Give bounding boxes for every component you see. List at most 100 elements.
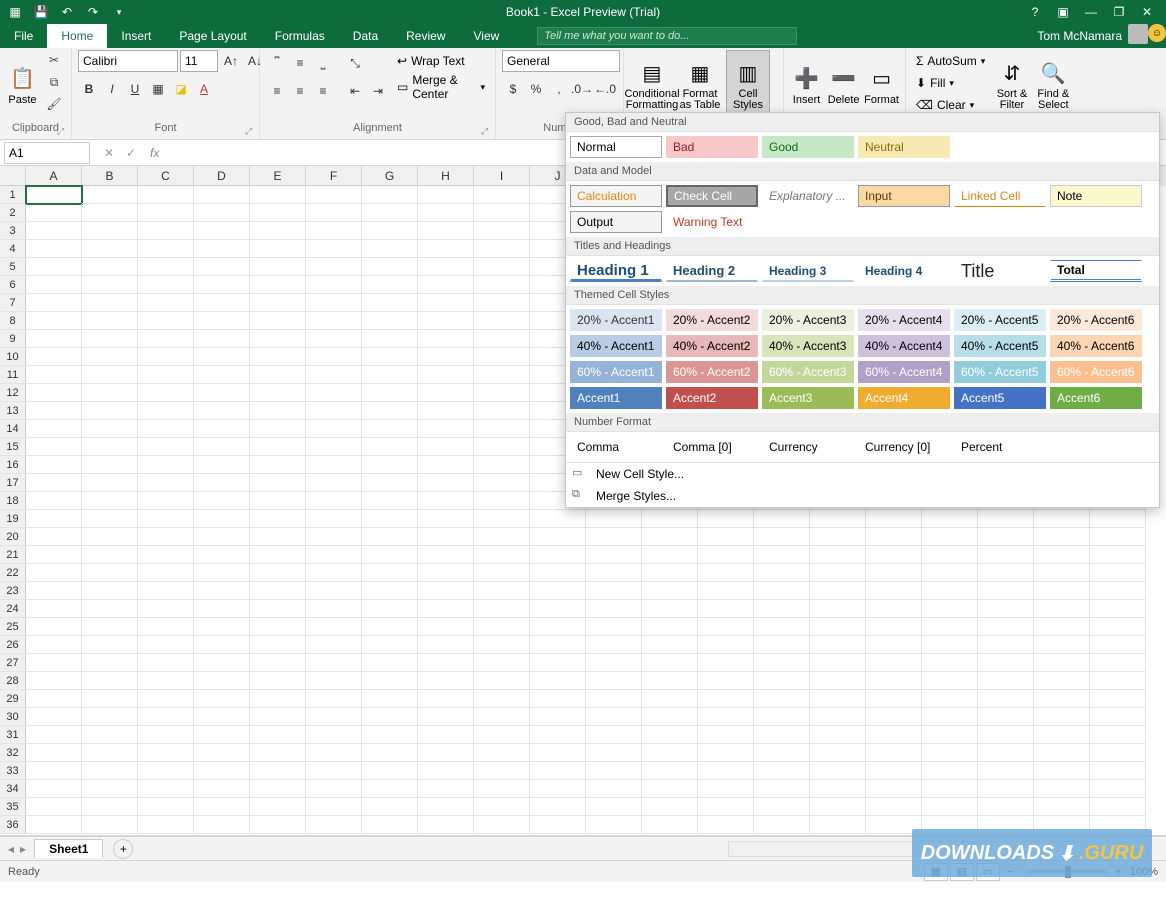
style-normal[interactable]: Normal	[570, 136, 662, 158]
style-heading-4[interactable]: Heading 4	[858, 260, 950, 282]
row-header-17[interactable]: 17	[0, 474, 26, 492]
cell-N24[interactable]	[754, 600, 810, 618]
cell-O27[interactable]	[810, 654, 866, 672]
cell-D9[interactable]	[194, 330, 250, 348]
cell-J28[interactable]	[530, 672, 586, 690]
cell-C24[interactable]	[138, 600, 194, 618]
cell-B36[interactable]	[82, 816, 138, 834]
cell-F12[interactable]	[306, 384, 362, 402]
cell-O24[interactable]	[810, 600, 866, 618]
cell-C11[interactable]	[138, 366, 194, 384]
cell-T30[interactable]	[1090, 708, 1146, 726]
cell-I13[interactable]	[474, 402, 530, 420]
cell-D10[interactable]	[194, 348, 250, 366]
cell-A23[interactable]	[26, 582, 82, 600]
close-button[interactable]: ✕	[1134, 1, 1160, 23]
cell-F22[interactable]	[306, 564, 362, 582]
cell-A12[interactable]	[26, 384, 82, 402]
style-bad[interactable]: Bad	[666, 136, 758, 158]
style-accent1[interactable]: Accent1	[570, 387, 662, 409]
column-header-E[interactable]: E	[250, 166, 306, 186]
cell-D20[interactable]	[194, 528, 250, 546]
row-header-1[interactable]: 1	[0, 186, 26, 204]
cell-I20[interactable]	[474, 528, 530, 546]
cell-A2[interactable]	[26, 204, 82, 222]
cell-L27[interactable]	[642, 654, 698, 672]
cell-P24[interactable]	[866, 600, 922, 618]
cell-P19[interactable]	[866, 510, 922, 528]
cell-C2[interactable]	[138, 204, 194, 222]
cell-E20[interactable]	[250, 528, 306, 546]
cell-J34[interactable]	[530, 780, 586, 798]
cell-J24[interactable]	[530, 600, 586, 618]
style-output[interactable]: Output	[570, 211, 662, 233]
cell-I21[interactable]	[474, 546, 530, 564]
row-header-12[interactable]: 12	[0, 384, 26, 402]
cell-I30[interactable]	[474, 708, 530, 726]
cell-E18[interactable]	[250, 492, 306, 510]
alignment-dialog-launcher[interactable]: ⤢	[481, 126, 493, 138]
cell-G26[interactable]	[362, 636, 418, 654]
feedback-icon[interactable]: ☺	[1148, 24, 1166, 42]
cell-T22[interactable]	[1090, 564, 1146, 582]
cell-R26[interactable]	[978, 636, 1034, 654]
cell-G31[interactable]	[362, 726, 418, 744]
cell-E32[interactable]	[250, 744, 306, 762]
cell-M25[interactable]	[698, 618, 754, 636]
column-header-F[interactable]: F	[306, 166, 362, 186]
cell-A9[interactable]	[26, 330, 82, 348]
cell-I7[interactable]	[474, 294, 530, 312]
cell-C22[interactable]	[138, 564, 194, 582]
cancel-formula-button[interactable]: ✕	[100, 143, 118, 163]
cell-S20[interactable]	[1034, 528, 1090, 546]
cell-H1[interactable]	[418, 186, 474, 204]
cell-G8[interactable]	[362, 312, 418, 330]
cell-A1[interactable]	[26, 186, 82, 204]
cell-K21[interactable]	[586, 546, 642, 564]
cell-F15[interactable]	[306, 438, 362, 456]
cell-K19[interactable]	[586, 510, 642, 528]
cell-O20[interactable]	[810, 528, 866, 546]
cell-L22[interactable]	[642, 564, 698, 582]
style-60-accent1[interactable]: 60% - Accent1	[570, 361, 662, 383]
cell-N27[interactable]	[754, 654, 810, 672]
cell-R35[interactable]	[978, 798, 1034, 816]
cell-D21[interactable]	[194, 546, 250, 564]
cell-H8[interactable]	[418, 312, 474, 330]
cell-H36[interactable]	[418, 816, 474, 834]
cell-H28[interactable]	[418, 672, 474, 690]
cell-A19[interactable]	[26, 510, 82, 528]
cell-Q27[interactable]	[922, 654, 978, 672]
cell-C13[interactable]	[138, 402, 194, 420]
cell-O31[interactable]	[810, 726, 866, 744]
cell-K24[interactable]	[586, 600, 642, 618]
sheet-nav-next[interactable]: ▸	[18, 842, 28, 856]
cell-O25[interactable]	[810, 618, 866, 636]
cell-D32[interactable]	[194, 744, 250, 762]
cell-T32[interactable]	[1090, 744, 1146, 762]
cell-C36[interactable]	[138, 816, 194, 834]
style-accent6[interactable]: Accent6	[1050, 387, 1142, 409]
copy-button[interactable]: ⧉	[43, 72, 65, 92]
cell-L33[interactable]	[642, 762, 698, 780]
add-sheet-button[interactable]: +	[113, 839, 133, 859]
cell-F16[interactable]	[306, 456, 362, 474]
cell-G30[interactable]	[362, 708, 418, 726]
cell-R20[interactable]	[978, 528, 1034, 546]
row-header-22[interactable]: 22	[0, 564, 26, 582]
column-header-A[interactable]: A	[26, 166, 82, 186]
style-accent3[interactable]: Accent3	[762, 387, 854, 409]
cell-H6[interactable]	[418, 276, 474, 294]
select-all-corner[interactable]	[0, 166, 26, 186]
cell-H9[interactable]	[418, 330, 474, 348]
cell-M32[interactable]	[698, 744, 754, 762]
cell-F21[interactable]	[306, 546, 362, 564]
cell-H23[interactable]	[418, 582, 474, 600]
cell-P25[interactable]	[866, 618, 922, 636]
cell-B16[interactable]	[82, 456, 138, 474]
cell-B3[interactable]	[82, 222, 138, 240]
cell-A26[interactable]	[26, 636, 82, 654]
cell-M21[interactable]	[698, 546, 754, 564]
style-heading-2[interactable]: Heading 2	[666, 260, 758, 282]
cell-B11[interactable]	[82, 366, 138, 384]
